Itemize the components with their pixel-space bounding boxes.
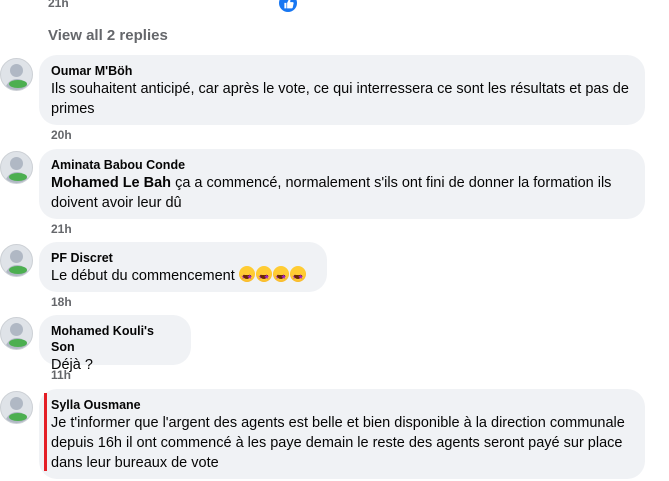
- comment-time[interactable]: 18h: [51, 295, 72, 309]
- comment-bubble: Aminata Babou Conde Mohamed Le Bah ça a …: [39, 149, 645, 219]
- comment-time[interactable]: 21h: [51, 222, 72, 236]
- comment-text: Je t'informer que l'argent des agents es…: [51, 415, 625, 471]
- comment-bubble: Mohamed Kouli's Son Déjà ?: [39, 315, 191, 373]
- comment-bubble: Sylla Ousmane Je t'informer que l'argent…: [39, 389, 645, 479]
- avatar[interactable]: [0, 244, 33, 277]
- avatar[interactable]: [0, 317, 33, 350]
- emoji-group: [238, 266, 307, 288]
- avatar[interactable]: [0, 58, 33, 91]
- avatar[interactable]: [0, 391, 33, 424]
- red-annotation-mark: [44, 393, 47, 471]
- star-struck-emoji: [289, 266, 306, 288]
- comment-author[interactable]: PF Discret: [51, 250, 315, 266]
- comment-bubble: PF Discret Le début du commencement: [39, 242, 327, 292]
- comment-text-body: Le début du commencement: [51, 268, 239, 284]
- avatar[interactable]: [0, 151, 33, 184]
- thumbs-up-icon: [283, 0, 294, 8]
- comment-author[interactable]: Oumar M'Böh: [51, 63, 633, 79]
- comment-author[interactable]: Sylla Ousmane: [51, 397, 633, 413]
- star-struck-emoji: [255, 266, 272, 288]
- comment-time[interactable]: 20h: [51, 128, 72, 142]
- comment-text: Mohamed Le Bah ça a commencé, normalemen…: [51, 173, 633, 213]
- mention-link[interactable]: Mohamed Le Bah: [51, 175, 171, 191]
- previous-comment-time[interactable]: 21h: [48, 0, 69, 10]
- comment-author[interactable]: Mohamed Kouli's Son: [51, 323, 179, 355]
- comment-time[interactable]: 11h: [51, 368, 71, 382]
- comment-text: Le début du commencement: [51, 266, 315, 288]
- comment-bubble: Oumar M'Böh Ils souhaitent anticipé, car…: [39, 55, 645, 125]
- comment-text: Ils souhaitent anticipé, car après le vo…: [51, 81, 629, 117]
- star-struck-emoji: [238, 266, 255, 288]
- star-struck-emoji: [272, 266, 289, 288]
- like-reaction-icon[interactable]: [279, 0, 297, 12]
- comment-author[interactable]: Aminata Babou Conde: [51, 157, 633, 173]
- view-all-replies-link[interactable]: View all 2 replies: [48, 27, 168, 44]
